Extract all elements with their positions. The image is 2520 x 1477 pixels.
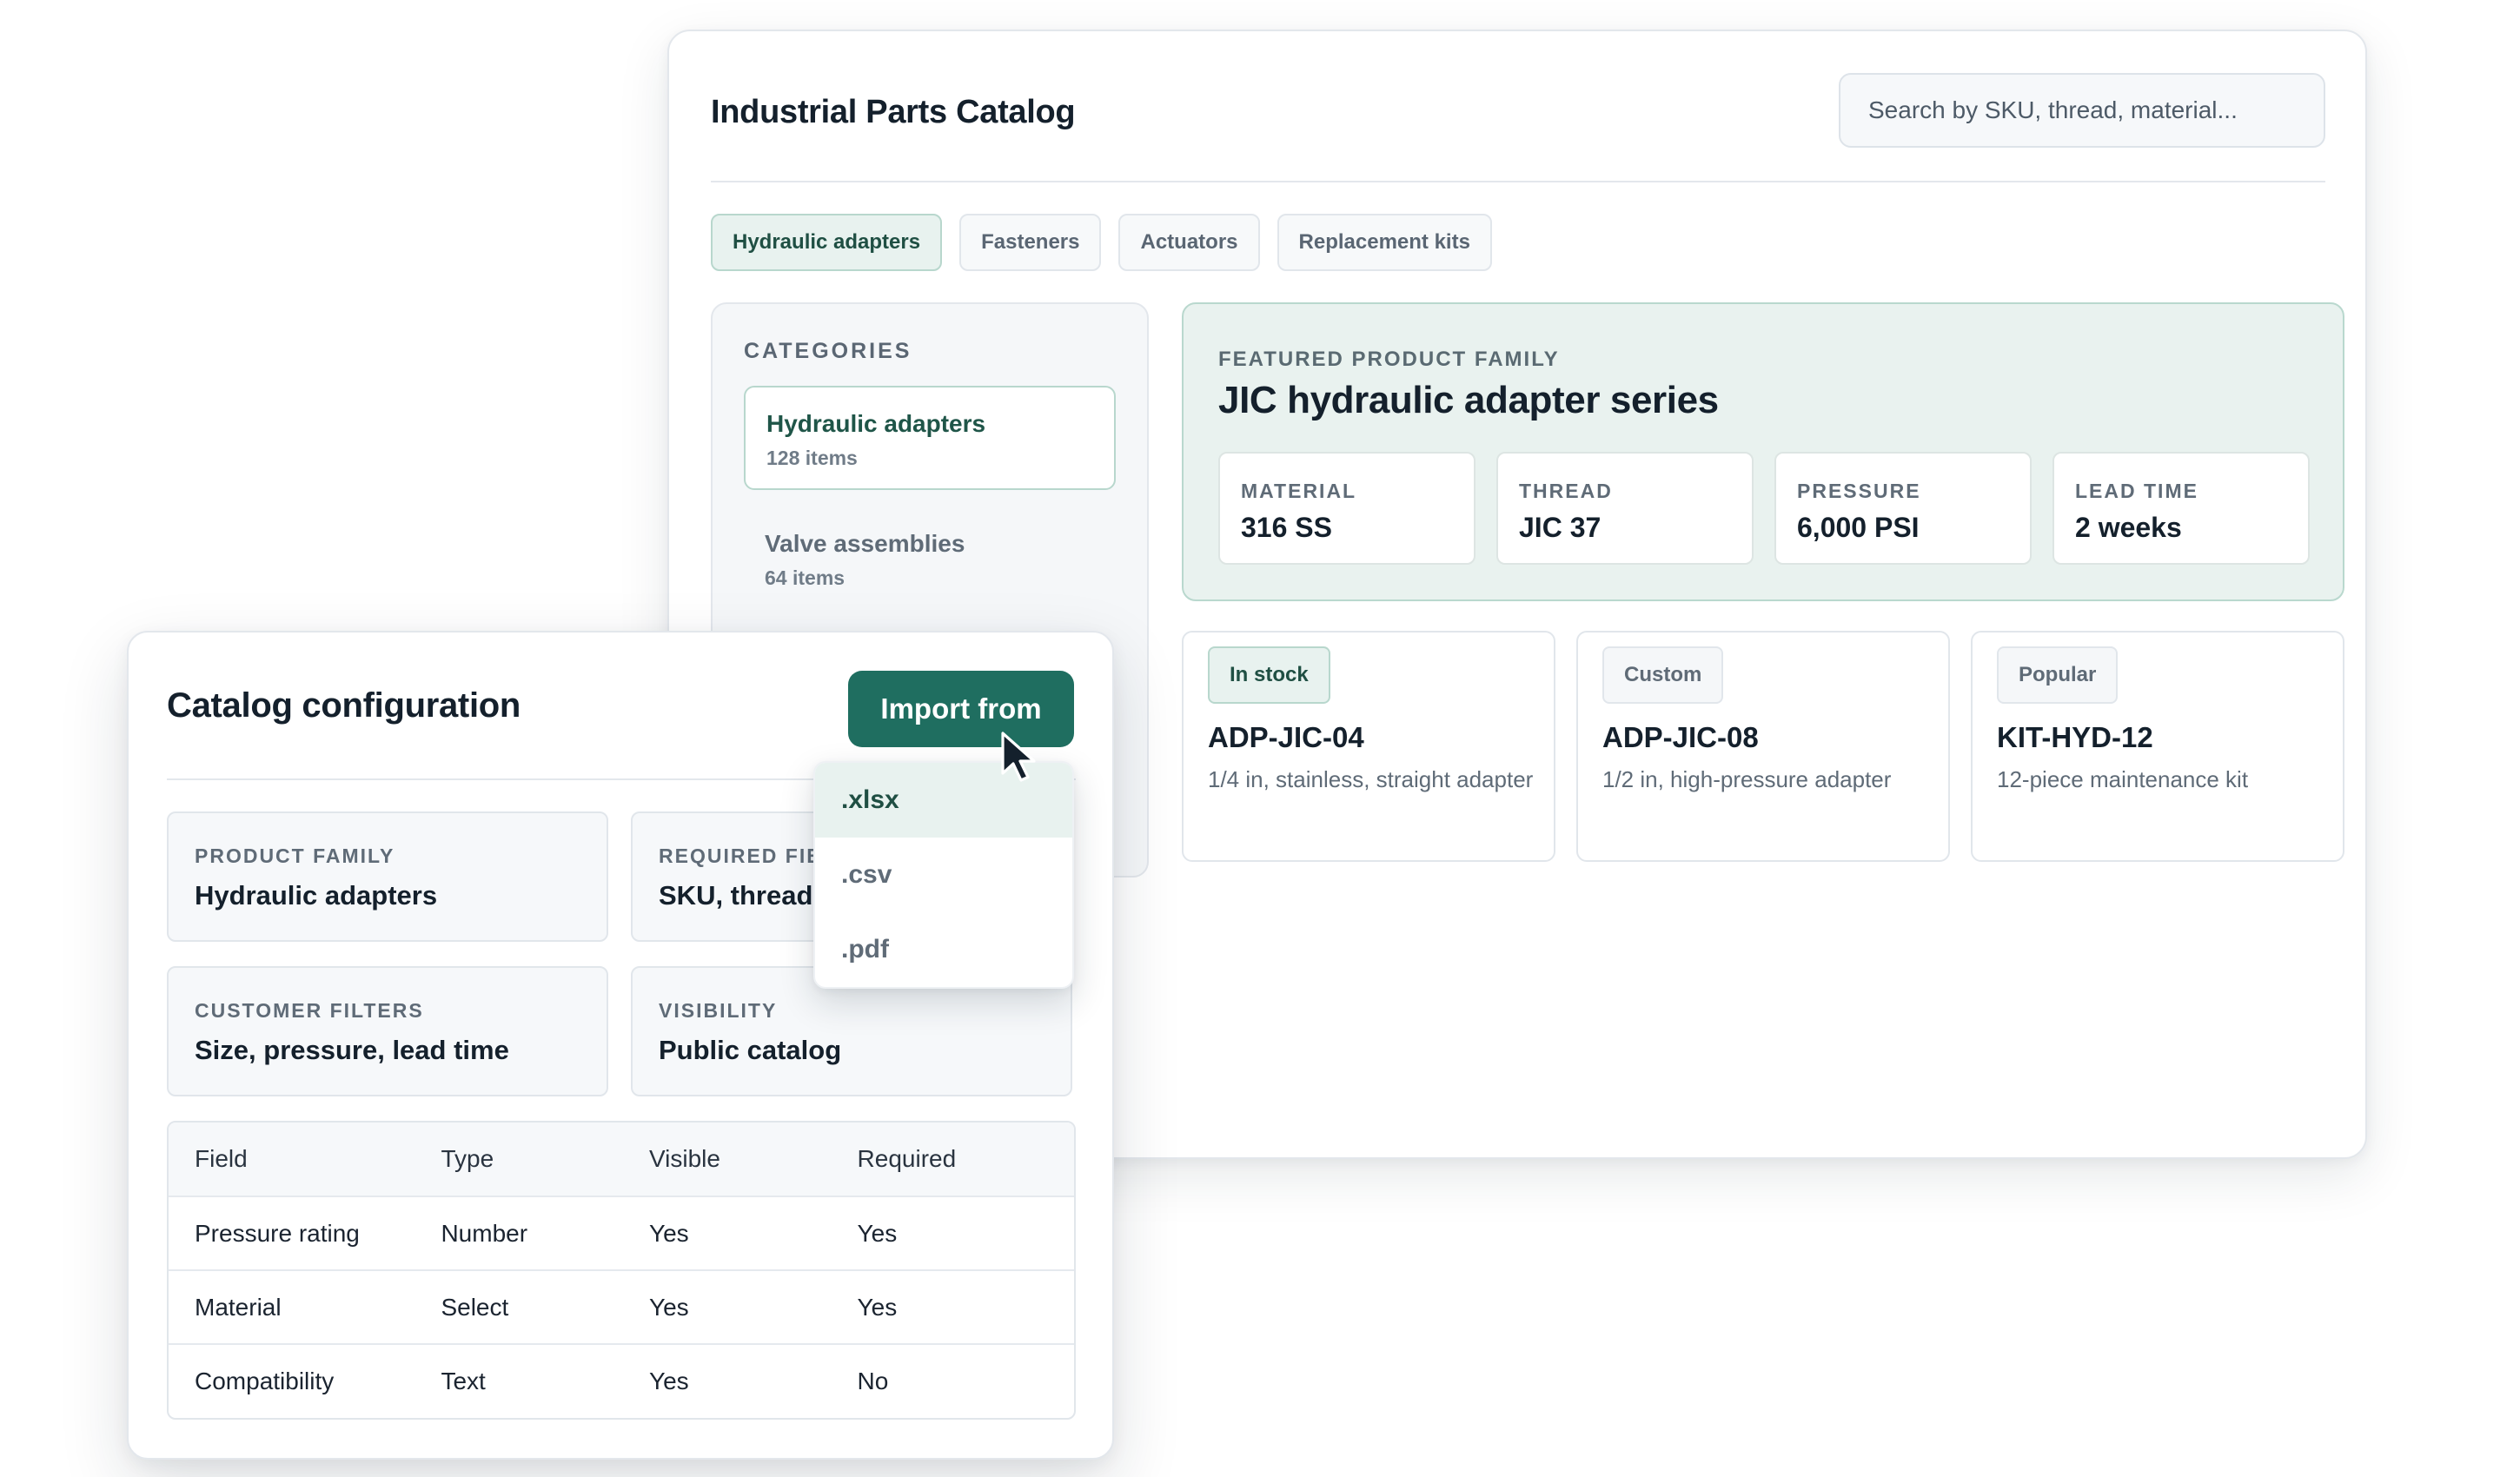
dropdown-option-pdf[interactable]: .pdf — [815, 912, 1072, 987]
config-label: VISIBILITY — [659, 999, 778, 1022]
table-cell: Yes — [649, 1367, 689, 1394]
table-cell: Number — [441, 1219, 528, 1247]
product-card[interactable]: Popular KIT-HYD-12 12-piece maintenance … — [1971, 631, 2344, 862]
panel-title: Catalog configuration — [167, 686, 521, 725]
config-value: Size, pressure, lead time — [195, 1035, 509, 1065]
fields-table: Field Type Visible Required Pressure rat… — [167, 1121, 1076, 1420]
table-cell: Yes — [649, 1219, 689, 1247]
table-row[interactable]: Material Select Yes Yes — [169, 1269, 1074, 1343]
tab-hydraulic-adapters[interactable]: Hydraulic adapters — [711, 214, 943, 271]
table-cell: Pressure rating — [195, 1219, 360, 1247]
page-title: Industrial Parts Catalog — [711, 94, 1076, 130]
spec-value: 6,000 PSI — [1797, 512, 1920, 543]
tab-fasteners[interactable]: Fasteners — [959, 214, 1102, 271]
spec-value: JIC 37 — [1519, 512, 1602, 543]
divider — [711, 181, 2325, 182]
sidebar-item-label: Hydraulic adapters — [766, 410, 986, 437]
product-description: 12-piece maintenance kit — [1997, 766, 2249, 792]
config-value: Hydraulic adapters — [195, 880, 438, 911]
sidebar-item-valve-assemblies[interactable]: Valve assemblies 64 items — [744, 507, 1116, 612]
spec-label: PRESSURE — [1797, 480, 1921, 502]
spec-value: 316 SS — [1241, 512, 1332, 543]
sidebar-item-hydraulic-adapters[interactable]: Hydraulic adapters 128 items — [744, 386, 1116, 490]
status-badge: In stock — [1208, 646, 1330, 704]
config-value: Public catalog — [659, 1035, 842, 1065]
status-badge: Popular — [1997, 646, 2119, 704]
spec-label: MATERIAL — [1241, 480, 1357, 502]
column-header: Visible — [649, 1145, 720, 1172]
table-cell: Text — [441, 1367, 486, 1394]
table-header-row: Field Type Visible Required — [169, 1123, 1074, 1196]
product-card[interactable]: In stock ADP-JIC-04 1/4 in, stainless, s… — [1182, 631, 1555, 862]
sidebar-item-label: Valve assemblies — [765, 530, 965, 557]
product-sku: KIT-HYD-12 — [1997, 721, 2153, 753]
tab-bar: Hydraulic adapters Fasteners Actuators R… — [711, 214, 1492, 271]
catalog-configuration-panel: Catalog configuration Import from PRODUC… — [127, 631, 1114, 1460]
sidebar-heading: CATEGORIES — [744, 339, 912, 363]
tab-replacement-kits[interactable]: Replacement kits — [1277, 214, 1492, 271]
table-cell: No — [857, 1367, 889, 1394]
featured-product-family: FEATURED PRODUCT FAMILY JIC hydraulic ad… — [1182, 302, 2344, 601]
table-row[interactable]: Compatibility Text Yes No — [169, 1343, 1074, 1417]
table-cell: Compatibility — [195, 1367, 335, 1394]
sidebar-item-count: 64 items — [765, 566, 846, 589]
config-card-product-family[interactable]: PRODUCT FAMILY Hydraulic adapters — [167, 811, 608, 942]
spec-material: MATERIAL 316 SS — [1218, 452, 1476, 565]
mouse-cursor-icon — [1001, 732, 1036, 782]
product-sku: ADP-JIC-04 — [1208, 721, 1364, 753]
spec-label: LEAD TIME — [2075, 480, 2198, 502]
table-cell: Material — [195, 1293, 282, 1321]
config-label: CUSTOMER FILTERS — [195, 999, 424, 1022]
config-label: PRODUCT FAMILY — [195, 844, 395, 867]
sidebar-item-count: 128 items — [766, 447, 858, 469]
product-sku: ADP-JIC-08 — [1602, 721, 1759, 753]
column-header: Field — [195, 1145, 248, 1172]
table-cell: Yes — [649, 1293, 689, 1321]
search-input[interactable]: Search by SKU, thread, material... — [1839, 73, 2325, 148]
table-cell: Yes — [857, 1219, 898, 1247]
spec-lead-time: LEAD TIME 2 weeks — [2052, 452, 2310, 565]
dropdown-option-csv[interactable]: .csv — [815, 838, 1072, 912]
spec-value: 2 weeks — [2075, 512, 2182, 543]
spec-label: THREAD — [1519, 480, 1613, 502]
table-row[interactable]: Pressure rating Number Yes Yes — [169, 1196, 1074, 1269]
product-description: 1/4 in, stainless, straight adapter — [1208, 766, 1534, 792]
spec-pressure: PRESSURE 6,000 PSI — [1774, 452, 2032, 565]
featured-eyebrow: FEATURED PRODUCT FAMILY — [1218, 348, 1560, 371]
product-card[interactable]: Custom ADP-JIC-08 1/2 in, high-pressure … — [1576, 631, 1950, 862]
status-badge: Custom — [1602, 646, 1724, 704]
spec-thread: THREAD JIC 37 — [1496, 452, 1754, 565]
table-cell: Yes — [857, 1293, 898, 1321]
column-header: Required — [857, 1145, 957, 1172]
import-format-dropdown: .xlsx .csv .pdf — [813, 761, 1074, 989]
config-card-customer-filters[interactable]: CUSTOMER FILTERS Size, pressure, lead ti… — [167, 966, 608, 1096]
featured-title: JIC hydraulic adapter series — [1218, 379, 1719, 421]
table-cell: Select — [441, 1293, 509, 1321]
column-header: Type — [441, 1145, 494, 1172]
tab-actuators[interactable]: Actuators — [1118, 214, 1260, 271]
product-description: 1/2 in, high-pressure adapter — [1602, 766, 1892, 792]
